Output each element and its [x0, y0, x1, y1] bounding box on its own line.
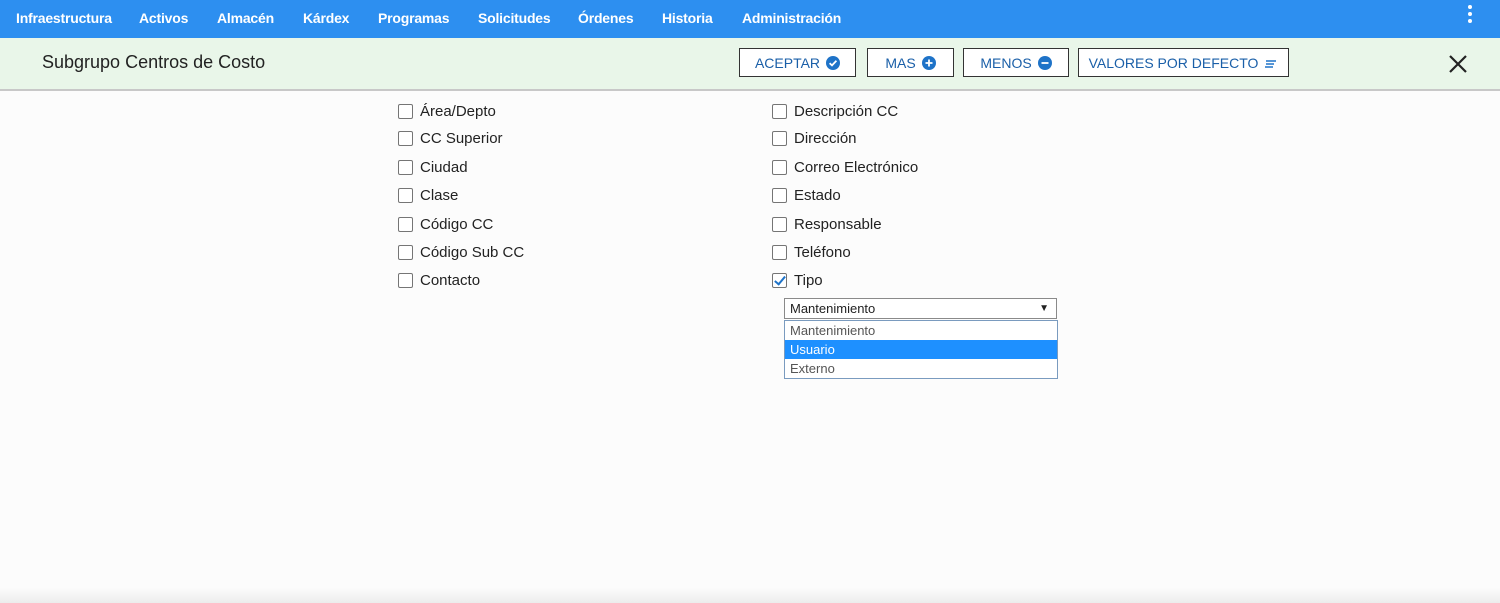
less-button[interactable]: MENOS: [963, 48, 1069, 77]
check-circle-icon: [826, 55, 841, 70]
checkbox[interactable]: [772, 103, 787, 119]
field-option-label: Teléfono: [794, 243, 851, 261]
close-icon[interactable]: [1446, 52, 1470, 76]
tipo-options-list: Mantenimiento Usuario Externo: [784, 320, 1058, 379]
top-nav-bar: Infraestructura Activos Almacén Kárdex P…: [0, 0, 1500, 38]
accept-button-label: ACEPTAR: [754, 54, 821, 71]
tipo-select[interactable]: Mantenimiento ▼: [784, 298, 1057, 319]
field-option-correo[interactable]: Correo Electrónico: [772, 157, 918, 177]
field-option-ciudad[interactable]: Ciudad: [398, 157, 468, 177]
field-option-area-depto[interactable]: Área/Depto: [398, 101, 496, 121]
field-option-direccion[interactable]: Dirección: [772, 128, 857, 148]
nav-item-administracion[interactable]: Administración: [742, 0, 841, 36]
field-option-telefono[interactable]: Teléfono: [772, 242, 851, 262]
accept-button[interactable]: ACEPTAR: [739, 48, 856, 77]
option-usuario[interactable]: Usuario: [785, 340, 1057, 359]
less-button-label: MENOS: [980, 54, 1032, 71]
checkbox[interactable]: [398, 216, 413, 232]
nav-item-programas[interactable]: Programas: [378, 0, 450, 36]
dropdown-arrow-icon: ▼: [1039, 303, 1049, 314]
nav-item-historia[interactable]: Historia: [662, 0, 713, 36]
checkbox[interactable]: [772, 216, 787, 232]
checkbox[interactable]: [772, 130, 787, 146]
field-option-codigo-sub-cc[interactable]: Código Sub CC: [398, 242, 524, 262]
checkbox-checked[interactable]: [772, 272, 787, 288]
nav-item-infraestructura[interactable]: Infraestructura: [16, 0, 112, 36]
field-option-contacto[interactable]: Contacto: [398, 270, 480, 290]
page-title: Subgrupo Centros de Costo: [42, 52, 266, 72]
checkbox[interactable]: [398, 130, 413, 146]
field-option-label: Código Sub CC: [420, 243, 525, 261]
field-option-codigo-cc[interactable]: Código CC: [398, 214, 493, 234]
field-option-responsable[interactable]: Responsable: [772, 214, 882, 234]
nav-item-kardex[interactable]: Kárdex: [303, 0, 349, 36]
nav-item-ordenes[interactable]: Órdenes: [578, 0, 634, 36]
field-option-label: Clase: [420, 186, 459, 204]
default-values-button-label: VALORES POR DEFECTO: [1088, 54, 1259, 71]
field-option-label: Responsable: [794, 215, 882, 233]
nav-item-almacen[interactable]: Almacén: [217, 0, 274, 36]
field-option-descripcion-cc[interactable]: Descripción CC: [772, 101, 898, 121]
more-button-label: MAS: [885, 54, 916, 71]
tipo-select-value: Mantenimiento: [790, 301, 876, 316]
checkbox[interactable]: [398, 187, 413, 203]
field-option-label: Código CC: [420, 215, 494, 233]
add-circle-icon: [921, 55, 936, 70]
bottom-edge: [0, 588, 1500, 603]
option-mantenimiento[interactable]: Mantenimiento: [785, 321, 1057, 340]
field-option-label: Correo Electrónico: [794, 158, 919, 176]
nav-item-solicitudes[interactable]: Solicitudes: [478, 0, 551, 36]
field-option-label: CC Superior: [420, 129, 503, 147]
field-option-label: Ciudad: [420, 158, 468, 176]
checkbox[interactable]: [772, 159, 787, 175]
more-button[interactable]: MAS: [867, 48, 954, 77]
sort-lines-icon: [1264, 57, 1278, 69]
default-values-button[interactable]: VALORES POR DEFECTO: [1078, 48, 1289, 77]
field-option-label: Descripción CC: [794, 102, 899, 120]
field-option-label: Estado: [794, 186, 841, 204]
field-option-label: Tipo: [794, 271, 823, 289]
more-vert-icon[interactable]: [1463, 5, 1477, 27]
field-option-label: Contacto: [420, 271, 481, 289]
checkbox[interactable]: [772, 187, 787, 203]
field-option-tipo[interactable]: Tipo: [772, 270, 823, 290]
checkbox[interactable]: [398, 272, 413, 288]
field-option-label: Dirección: [794, 129, 857, 147]
field-option-estado[interactable]: Estado: [772, 185, 841, 205]
field-option-cc-superior[interactable]: CC Superior: [398, 128, 503, 148]
remove-circle-icon: [1037, 55, 1052, 70]
page-header: Subgrupo Centros de Costo ACEPTAR MAS ME…: [0, 38, 1500, 91]
field-option-label: Área/Depto: [420, 102, 496, 120]
checkbox[interactable]: [398, 103, 413, 119]
option-externo[interactable]: Externo: [785, 359, 1057, 378]
field-option-clase[interactable]: Clase: [398, 185, 458, 205]
checkbox[interactable]: [398, 244, 413, 260]
nav-item-activos[interactable]: Activos: [139, 0, 188, 36]
checkbox[interactable]: [772, 244, 787, 260]
checkbox[interactable]: [398, 159, 413, 175]
